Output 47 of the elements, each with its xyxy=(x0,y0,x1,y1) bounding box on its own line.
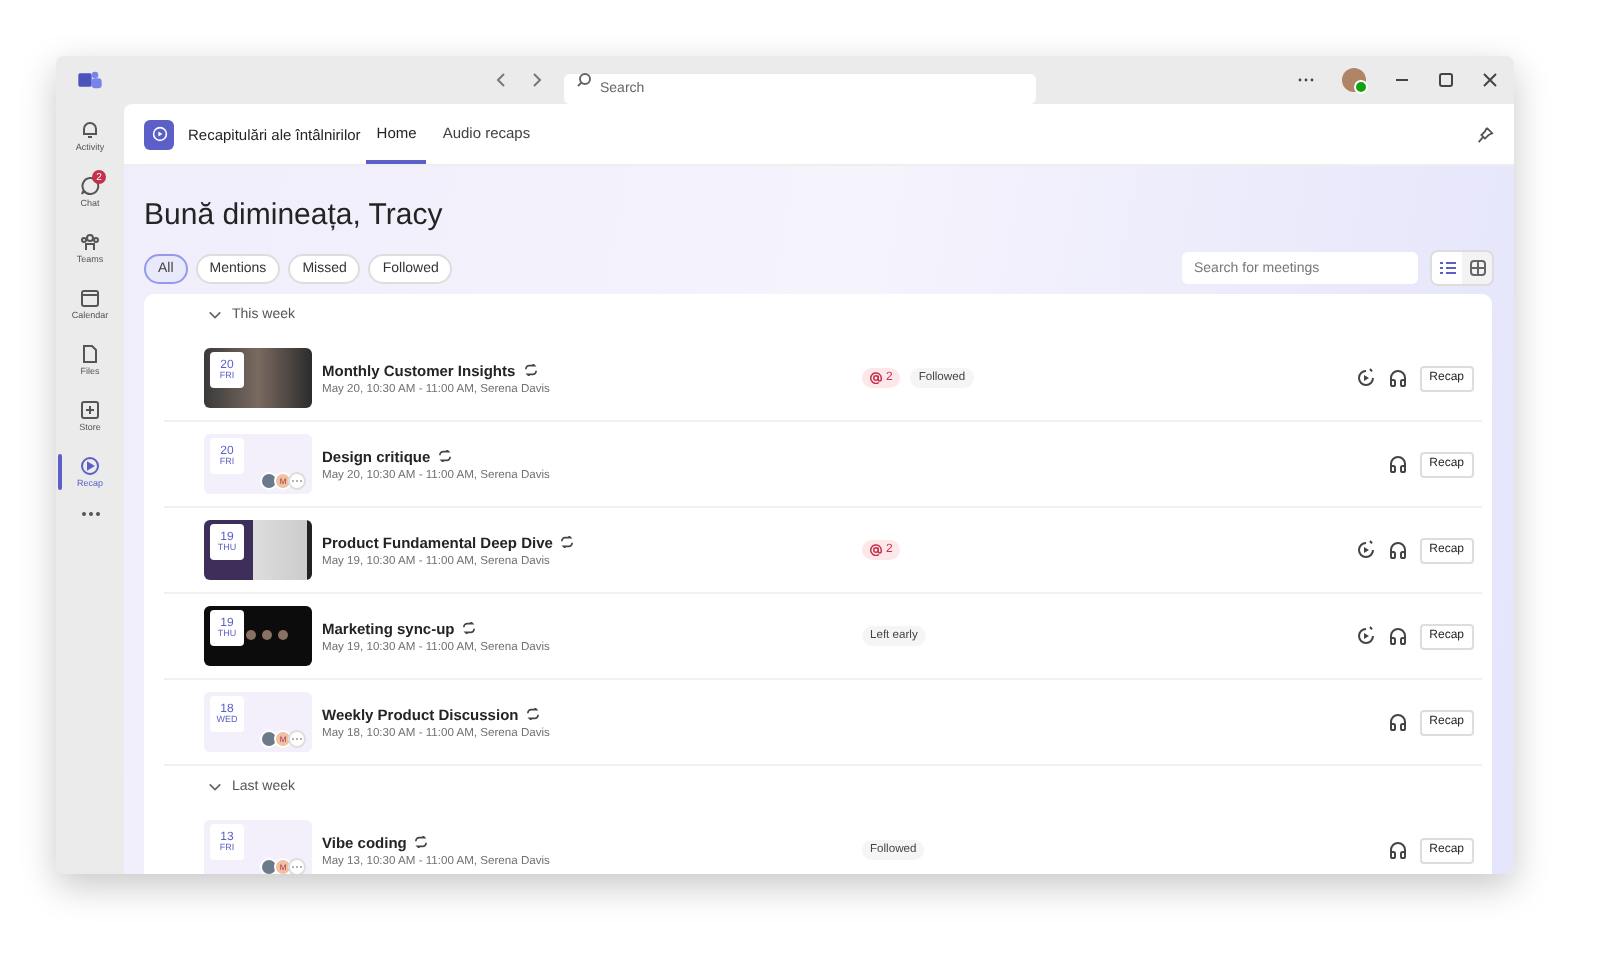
recurring-icon xyxy=(462,622,477,634)
headphones-icon[interactable] xyxy=(1387,840,1408,860)
list-view-button[interactable] xyxy=(1432,252,1462,284)
back-icon[interactable] xyxy=(494,72,510,88)
headphones-icon[interactable] xyxy=(1387,540,1408,560)
close-icon[interactable] xyxy=(1482,72,1498,88)
rail-icon xyxy=(80,456,100,476)
chevron-icon xyxy=(208,308,222,322)
avatar-icon xyxy=(260,730,278,748)
forward-icon[interactable] xyxy=(528,72,544,88)
presence-icon xyxy=(1354,80,1368,94)
pin-icon[interactable] xyxy=(1476,125,1494,143)
greeting-heading: Bună dimineața, Tracy xyxy=(144,198,445,232)
recurring-icon xyxy=(523,364,538,376)
headphones-icon[interactable] xyxy=(1387,712,1408,732)
recurring-icon xyxy=(414,836,429,848)
list-icon xyxy=(1439,260,1455,276)
headphones-icon[interactable] xyxy=(1387,626,1408,646)
grid-view-button[interactable] xyxy=(1462,252,1492,284)
rail-icon xyxy=(80,120,100,140)
more-participants-icon xyxy=(288,730,306,748)
at-sign-icon xyxy=(870,544,882,556)
avatar-icon xyxy=(260,472,278,490)
chevron-icon xyxy=(208,780,222,794)
replay-icon[interactable] xyxy=(1355,368,1376,388)
recurring-icon xyxy=(438,450,453,462)
replay-icon[interactable] xyxy=(1355,540,1376,560)
profile-avatar[interactable] xyxy=(1342,68,1366,92)
replay-icon[interactable] xyxy=(1355,626,1376,646)
app-icon xyxy=(144,119,174,149)
maximize-icon[interactable] xyxy=(1438,72,1454,88)
rail-icon xyxy=(80,288,100,308)
grid-icon xyxy=(1469,260,1485,276)
recurring-icon xyxy=(560,536,575,548)
recurring-icon xyxy=(526,708,541,720)
more-participants-icon xyxy=(288,472,306,490)
teams-logo-icon xyxy=(78,70,102,90)
at-sign-icon xyxy=(870,372,882,384)
rail-icon xyxy=(80,344,100,364)
rail-icon xyxy=(80,400,100,420)
more-participants-icon xyxy=(288,858,306,874)
avatar-icon xyxy=(260,858,278,874)
rail-icon xyxy=(80,232,100,252)
headphones-icon[interactable] xyxy=(1387,454,1408,474)
headphones-icon[interactable] xyxy=(1387,368,1408,388)
rail-icon xyxy=(80,176,100,196)
search-icon xyxy=(576,72,592,88)
